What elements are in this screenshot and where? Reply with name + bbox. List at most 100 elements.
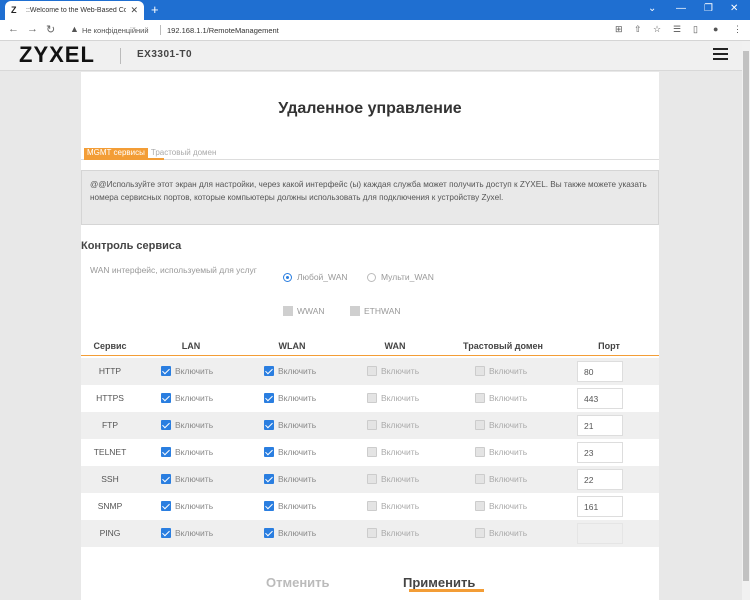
checkbox-lan[interactable]: Включить (161, 420, 213, 430)
reading-list-icon[interactable]: ☰ (673, 24, 681, 35)
checkbox-checked-icon[interactable] (264, 474, 274, 484)
window-close-icon[interactable]: ✕ (730, 3, 738, 14)
sidebar-icon[interactable]: ▯ (693, 24, 698, 35)
forward-icon[interactable]: → (27, 23, 38, 35)
checkbox-unchecked-icon[interactable] (475, 447, 485, 457)
checkbox-wan[interactable]: Включить (367, 447, 419, 457)
port-input[interactable]: 23 (577, 442, 623, 463)
checkbox-checked-icon[interactable] (264, 420, 274, 430)
checkbox-wan[interactable]: Включить (367, 393, 419, 403)
not-secure-label[interactable]: Не конфіденційний (82, 26, 149, 35)
checkbox-checked-icon[interactable] (161, 528, 171, 538)
checkbox-wlan[interactable]: Включить (264, 528, 316, 538)
checkbox-trust[interactable]: Включить (475, 447, 527, 457)
radio-multi-wan[interactable]: Мульти_WAN (367, 272, 434, 282)
bookmark-star-icon[interactable]: ☆ (653, 24, 661, 35)
checkbox-unchecked-icon[interactable] (367, 474, 377, 484)
restore-icon[interactable]: ❐ (704, 3, 713, 14)
checkbox-unchecked-icon[interactable] (475, 420, 485, 430)
checkbox-checked-icon[interactable] (161, 420, 171, 430)
checkbox-trust[interactable]: Включить (475, 528, 527, 538)
checkbox-trust[interactable]: Включить (475, 420, 527, 430)
radio-unselected-icon[interactable] (367, 272, 376, 282)
checkbox-wlan[interactable]: Включить (264, 474, 316, 484)
port-input[interactable] (577, 523, 623, 544)
reload-icon[interactable]: ↻ (46, 23, 55, 36)
checkbox-ethwan[interactable]: ETHWAN (350, 306, 401, 316)
checkbox-wan[interactable]: Включить (367, 474, 419, 484)
back-icon[interactable]: ← (8, 23, 19, 35)
checkbox-wlan[interactable]: Включить (264, 501, 316, 511)
checkbox-checked-icon[interactable] (264, 366, 274, 376)
share-icon[interactable]: ⇧ (634, 24, 642, 35)
tab-search-icon[interactable]: ⌄ (648, 3, 656, 14)
checkbox-unchecked-icon[interactable] (475, 501, 485, 511)
checkbox-lan[interactable]: Включить (161, 447, 213, 457)
address-bar[interactable]: 192.168.1.1/RemoteManagement (167, 26, 279, 35)
checkbox-lan[interactable]: Включить (161, 366, 213, 376)
service-name: SSH (101, 474, 119, 484)
checkbox-unchecked-icon[interactable] (367, 366, 377, 376)
checkbox-checked-icon[interactable] (161, 474, 171, 484)
port-input[interactable]: 21 (577, 415, 623, 436)
checkbox-unchecked-icon[interactable] (367, 393, 377, 403)
checkbox-wlan[interactable]: Включить (264, 420, 316, 430)
checkbox-unchecked-icon[interactable] (367, 420, 377, 430)
checkbox-checked-icon[interactable] (161, 501, 171, 511)
apply-button[interactable]: Применить (403, 575, 475, 590)
radio-any-wan[interactable]: Любой_WAN (283, 272, 348, 282)
tab-trust-domain[interactable]: Трастовый домен (148, 148, 220, 158)
radio-selected-icon[interactable] (283, 272, 292, 282)
port-input[interactable]: 22 (577, 469, 623, 490)
checkbox-unchecked-icon[interactable] (475, 366, 485, 376)
checkbox-disabled-icon[interactable] (283, 306, 293, 316)
checkbox-wan[interactable]: Включить (367, 501, 419, 511)
more-menu-icon[interactable]: ⋮ (733, 24, 742, 35)
minimize-icon[interactable]: — (676, 3, 686, 14)
profile-icon[interactable]: ● (713, 24, 718, 34)
checkbox-checked-icon[interactable] (264, 447, 274, 457)
checkbox-wan[interactable]: Включить (367, 366, 419, 376)
translate-icon[interactable]: ⊞ (615, 24, 623, 35)
checkbox-checked-icon[interactable] (264, 393, 274, 403)
checkbox-wan[interactable]: Включить (367, 420, 419, 430)
checkbox-checked-icon[interactable] (264, 528, 274, 538)
checkbox-lan[interactable]: Включить (161, 474, 213, 484)
hamburger-menu-icon[interactable] (713, 48, 728, 60)
checkbox-unchecked-icon[interactable] (475, 393, 485, 403)
checkbox-unchecked-icon[interactable] (475, 528, 485, 538)
checkbox-unchecked-icon[interactable] (367, 447, 377, 457)
new-tab-icon[interactable]: + (151, 2, 159, 17)
checkbox-unchecked-icon[interactable] (475, 474, 485, 484)
checkbox-unchecked-icon[interactable] (367, 501, 377, 511)
port-input[interactable]: 161 (577, 496, 623, 517)
checkbox-checked-icon[interactable] (161, 366, 171, 376)
cancel-button[interactable]: Отменить (266, 575, 330, 590)
checkbox-wwan[interactable]: WWAN (283, 306, 325, 316)
checkbox-trust[interactable]: Включить (475, 366, 527, 376)
checkbox-trust[interactable]: Включить (475, 393, 527, 403)
warning-icon[interactable]: ▲ (70, 24, 79, 34)
checkbox-wan[interactable]: Включить (367, 528, 419, 538)
page-scrollbar[interactable] (742, 41, 750, 600)
checkbox-trust[interactable]: Включить (475, 501, 527, 511)
checkbox-wlan[interactable]: Включить (264, 393, 316, 403)
checkbox-lan[interactable]: Включить (161, 393, 213, 403)
port-input[interactable]: 80 (577, 361, 623, 382)
checkbox-trust[interactable]: Включить (475, 474, 527, 484)
checkbox-checked-icon[interactable] (264, 501, 274, 511)
checkbox-unchecked-icon[interactable] (367, 528, 377, 538)
checkbox-disabled-icon[interactable] (350, 306, 360, 316)
scrollbar-thumb[interactable] (743, 51, 749, 581)
close-tab-icon[interactable]: ✕ (130, 5, 138, 16)
checkbox-lan[interactable]: Включить (161, 528, 213, 538)
checkbox-checked-icon[interactable] (161, 393, 171, 403)
checkbox-wlan[interactable]: Включить (264, 447, 316, 457)
browser-tab[interactable]: Z ::Welcome to the Web-Based Co ✕ (5, 1, 144, 20)
table-row: SSH Включить Включить Включить Включить 22 (81, 466, 659, 493)
port-input[interactable]: 443 (577, 388, 623, 409)
checkbox-lan[interactable]: Включить (161, 501, 213, 511)
checkbox-wlan[interactable]: Включить (264, 366, 316, 376)
checkbox-checked-icon[interactable] (161, 447, 171, 457)
tab-mgmt-services[interactable]: MGMT сервисы (84, 148, 148, 158)
